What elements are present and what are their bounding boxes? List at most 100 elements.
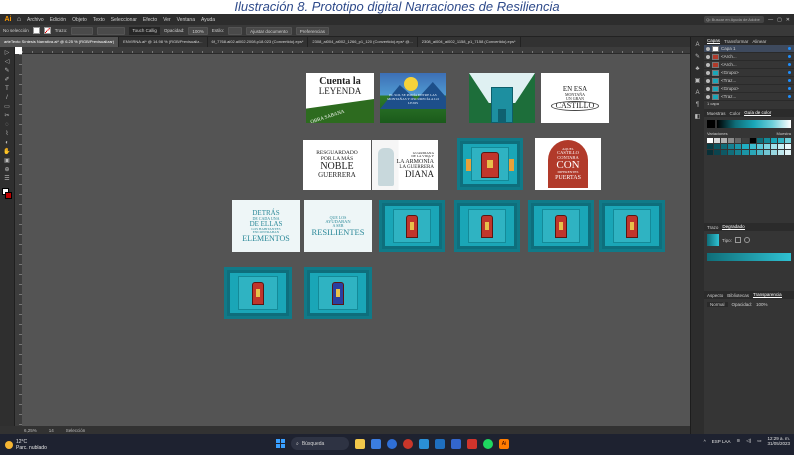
layer-row[interactable]: <Arch... bbox=[704, 53, 794, 61]
edit-toolbar-icon[interactable]: ☰ bbox=[2, 175, 12, 183]
color-swatch[interactable] bbox=[714, 144, 721, 149]
chat-icon[interactable] bbox=[387, 438, 397, 449]
sublayer-name[interactable]: <Arch... bbox=[721, 62, 737, 67]
tab-document-2[interactable]: ENVIRNA.ai* @ 14.98 % (RGB/Previsualiz..… bbox=[119, 37, 208, 47]
layer-row[interactable]: <Arch... bbox=[704, 61, 794, 69]
color-swatch[interactable] bbox=[763, 138, 770, 143]
color-swatch[interactable] bbox=[777, 138, 784, 143]
color-swatch[interactable] bbox=[721, 150, 728, 155]
profile-dropdown[interactable] bbox=[97, 26, 126, 35]
fill-stroke-swatches[interactable] bbox=[1, 188, 13, 200]
color-swatch[interactable] bbox=[784, 144, 791, 149]
windows-start-icon[interactable] bbox=[276, 439, 285, 448]
tray-chevron-icon[interactable]: ^ bbox=[704, 439, 706, 444]
stroke-swatch[interactable] bbox=[43, 27, 51, 34]
maximize-icon[interactable]: ▢ bbox=[777, 17, 782, 23]
tab-bibliotecas[interactable]: Bibliotecas bbox=[727, 293, 749, 298]
color-swatch[interactable] bbox=[749, 144, 756, 149]
spotify-icon[interactable] bbox=[483, 438, 493, 449]
color-swatch[interactable] bbox=[714, 138, 721, 143]
rotate-tool-icon[interactable]: ◌ bbox=[2, 121, 12, 129]
visibility-eye-icon[interactable] bbox=[706, 78, 710, 83]
color-swatch[interactable] bbox=[728, 144, 735, 149]
tab-document-4[interactable]: 2308_ai004_ai002_1266_p1_120 (Convertido… bbox=[308, 37, 418, 47]
direct-selection-tool-icon[interactable]: ◁ bbox=[2, 58, 12, 66]
tab-muestras[interactable]: Muestras bbox=[707, 111, 726, 116]
harmony-bar[interactable] bbox=[717, 120, 791, 128]
layer-row[interactable]: <Grupo> bbox=[704, 69, 794, 77]
color-variations-grid[interactable] bbox=[704, 136, 794, 157]
color-swatch[interactable] bbox=[777, 150, 784, 155]
vertical-ruler[interactable] bbox=[15, 54, 22, 426]
linear-gradient-icon[interactable] bbox=[734, 237, 741, 243]
artboard-room-2[interactable] bbox=[454, 200, 520, 252]
minimize-icon[interactable]: — bbox=[768, 17, 773, 23]
tab-aspecto[interactable]: Aspecto bbox=[707, 293, 723, 298]
layer-target-icon[interactable] bbox=[788, 55, 791, 58]
color-swatch[interactable] bbox=[707, 150, 714, 155]
color-swatch[interactable] bbox=[728, 150, 735, 155]
zoom-tool-icon[interactable]: ⊕ bbox=[2, 166, 12, 174]
line-tool-icon[interactable]: / bbox=[2, 94, 12, 102]
character-icon[interactable]: A bbox=[693, 89, 702, 98]
menu-archivo[interactable]: Archivo bbox=[24, 17, 47, 23]
artboard-room-5[interactable] bbox=[224, 267, 292, 319]
stroke-color-swatch[interactable] bbox=[4, 192, 12, 199]
tab-transparencia[interactable]: Transparencia bbox=[753, 292, 782, 298]
artboard-room-3[interactable] bbox=[528, 200, 594, 252]
tab-degradado[interactable]: Degradado bbox=[722, 224, 745, 230]
color-swatch[interactable] bbox=[784, 150, 791, 155]
layer-target-icon[interactable] bbox=[788, 79, 791, 82]
task-view-icon[interactable] bbox=[371, 438, 381, 449]
menu-edicion[interactable]: Edición bbox=[47, 17, 69, 23]
color-swatch[interactable] bbox=[728, 138, 735, 143]
hand-tool-icon[interactable]: ✋ bbox=[2, 148, 12, 156]
color-swatch[interactable] bbox=[721, 144, 728, 149]
opacity-field[interactable]: 100% bbox=[188, 26, 208, 35]
taskbar-search[interactable]: ⌕ Búsqueda bbox=[291, 437, 349, 450]
color-swatch[interactable] bbox=[707, 138, 714, 143]
color-swatch[interactable] bbox=[735, 138, 742, 143]
color-swatch[interactable] bbox=[707, 144, 714, 149]
color-swatch[interactable] bbox=[742, 150, 749, 155]
visibility-eye-icon[interactable] bbox=[706, 70, 710, 75]
scissors-tool-icon[interactable]: ✂ bbox=[2, 112, 12, 120]
tab-document-1[interactable]: arteTexto Síntesis Narrativa.ai* @ 6.25 … bbox=[0, 37, 120, 47]
menu-ventana[interactable]: Ventana bbox=[174, 17, 198, 23]
shape-builder-tool-icon[interactable]: ◐ bbox=[2, 139, 12, 147]
graphic-styles-icon[interactable]: ▣ bbox=[693, 77, 702, 86]
artboard-tool-icon[interactable]: ▣ bbox=[2, 157, 12, 165]
color-swatch[interactable] bbox=[770, 150, 777, 155]
sublayer-name[interactable]: <Arch... bbox=[721, 54, 737, 59]
base-color-swatch[interactable] bbox=[707, 120, 715, 128]
visibility-eye-icon[interactable] bbox=[706, 94, 710, 99]
close-icon[interactable]: ✕ bbox=[786, 17, 790, 23]
artboard-sunset[interactable]: EL SOL SE PONÍA ENTRE LAS MONTAÑAS Y OSC… bbox=[380, 73, 446, 123]
color-swatch[interactable] bbox=[763, 150, 770, 155]
pencil-tool-icon[interactable]: ✐ bbox=[2, 76, 12, 84]
menu-seleccionar[interactable]: Seleccionar bbox=[108, 17, 140, 23]
color-swatch[interactable] bbox=[756, 144, 763, 149]
paragraph-icon[interactable]: ¶ bbox=[693, 101, 702, 110]
visibility-eye-icon[interactable] bbox=[706, 86, 710, 91]
menu-objeto[interactable]: Objeto bbox=[69, 17, 90, 23]
opera-icon[interactable] bbox=[403, 438, 413, 449]
color-swatch[interactable] bbox=[777, 144, 784, 149]
artboard-tower[interactable] bbox=[469, 73, 535, 123]
layer-target-icon[interactable] bbox=[788, 63, 791, 66]
menu-ver[interactable]: Ver bbox=[160, 17, 174, 23]
tab-document-5[interactable]: 2308_ai004_ai002_1158_p1_7158 (Convertid… bbox=[418, 37, 521, 47]
explorer-icon[interactable] bbox=[355, 438, 365, 449]
artboard-detras[interactable]: DETRÁS DE CADA UNA DE ELLAS LOS HABITANT… bbox=[232, 200, 300, 252]
visibility-eye-icon[interactable] bbox=[706, 62, 710, 67]
properties-icon[interactable]: A bbox=[693, 41, 702, 50]
artboard-room-6[interactable] bbox=[304, 267, 372, 319]
artboard-cuenta-leyenda[interactable]: Cuenta la LEYENDA OBRA SABANA bbox=[306, 73, 374, 123]
selection-tool-icon[interactable]: ▷ bbox=[2, 49, 12, 57]
image-trace-icon[interactable]: ◧ bbox=[693, 113, 702, 122]
help-search-input[interactable]: Q• Buscar en Ayuda de Adobe bbox=[704, 16, 765, 23]
color-swatch[interactable] bbox=[763, 144, 770, 149]
wifi-icon[interactable]: ≋ bbox=[736, 438, 740, 444]
menu-ayuda[interactable]: Ayuda bbox=[198, 17, 218, 23]
word-icon[interactable] bbox=[451, 438, 461, 449]
